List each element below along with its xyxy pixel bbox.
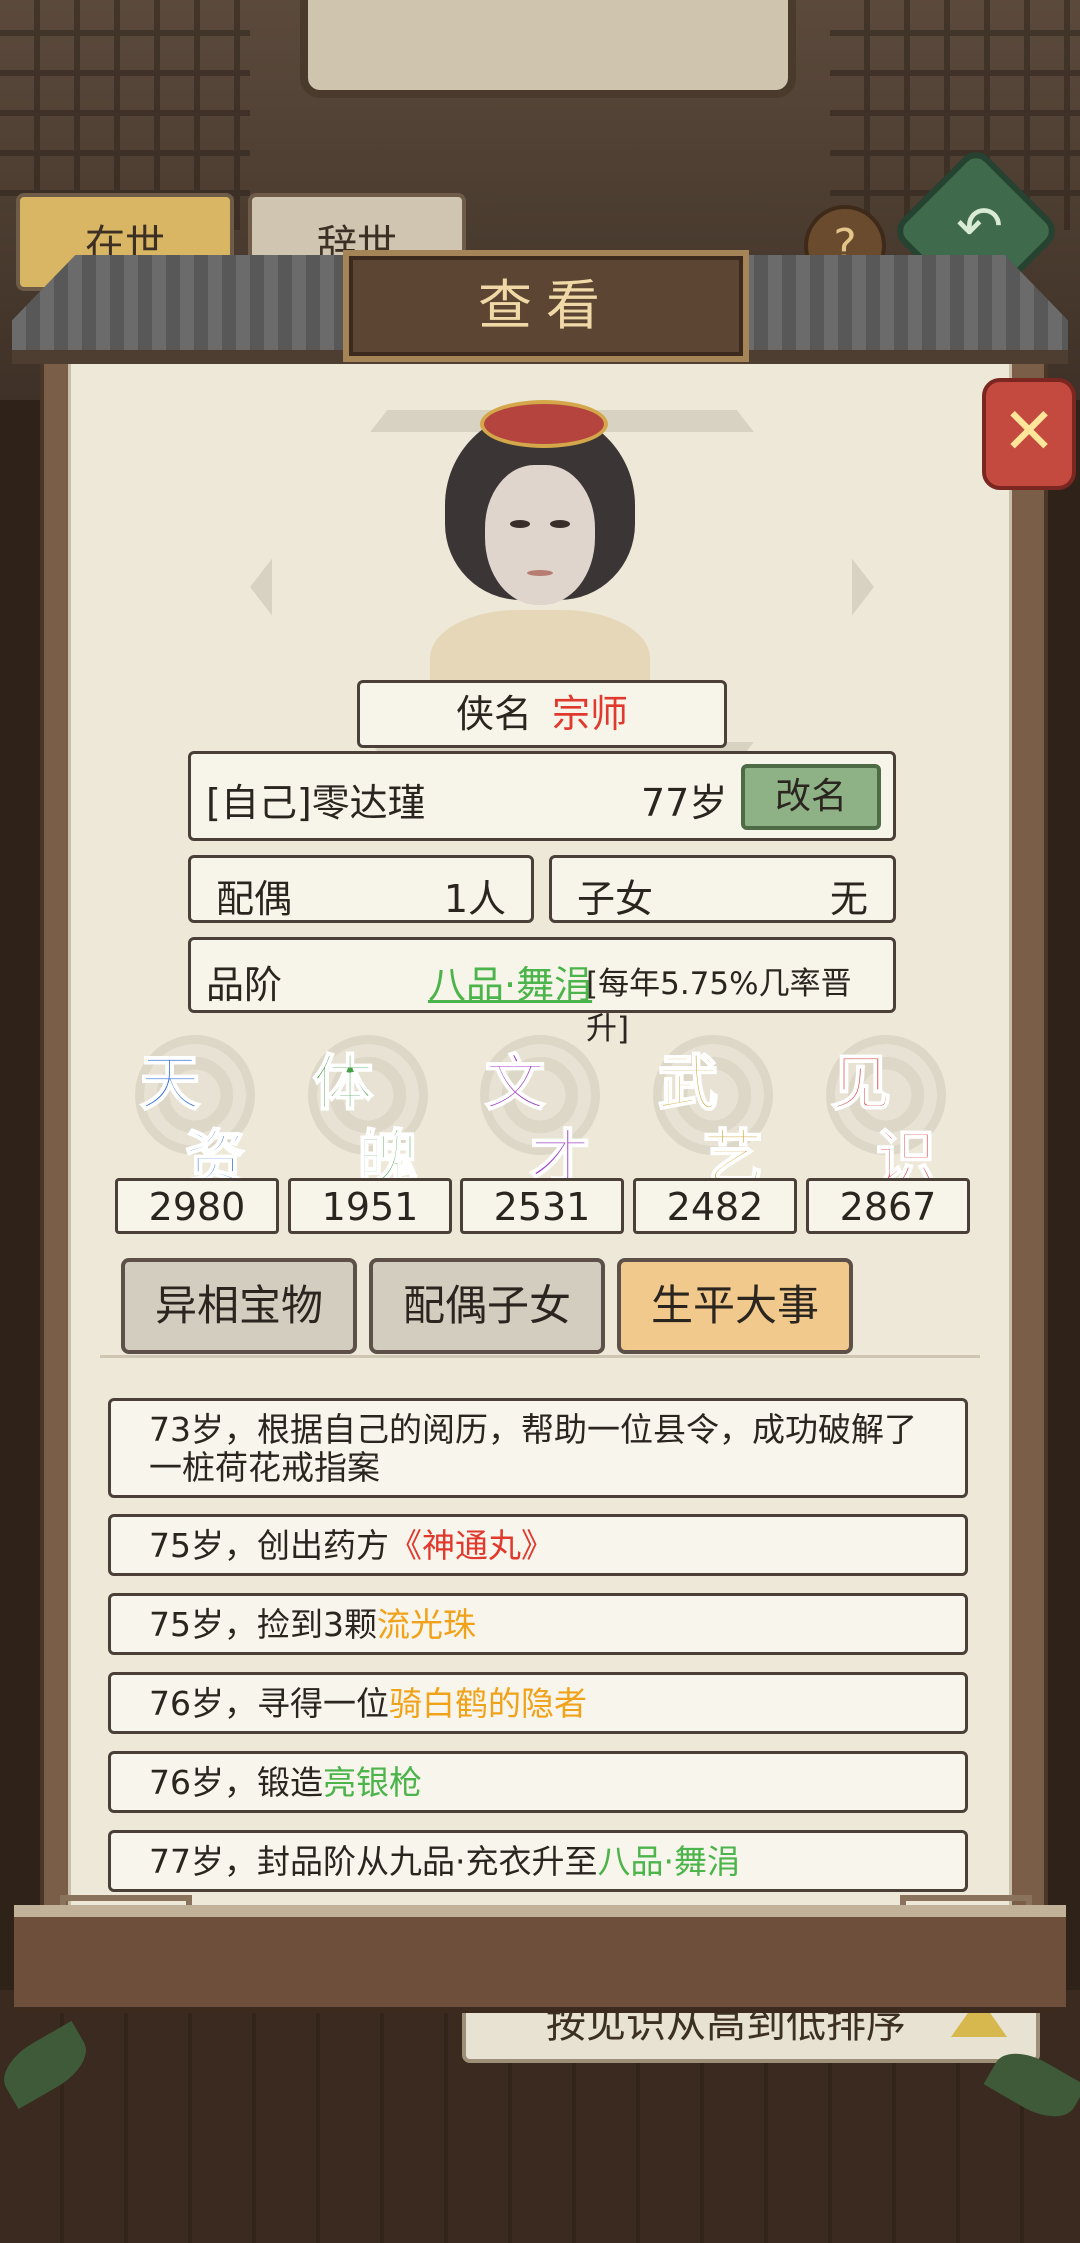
event-row: 75岁，捡到3颗流光珠 [108, 1593, 968, 1655]
event-text: 75岁，创出药方 [149, 1526, 389, 1565]
stat-label: 体 [312, 1048, 374, 1120]
stat-label: 文 [484, 1048, 546, 1120]
event-row: 77岁，封品阶从九品·充衣升至八品·舞涓 [108, 1830, 968, 1892]
close-icon: ✕ [1002, 395, 1056, 469]
stat-label: 武 [657, 1048, 719, 1120]
character-age: 77岁 [641, 781, 728, 825]
stat-value-literary: 2531 [460, 1178, 624, 1234]
name-box: [自己]零达瑾 77岁 改名 [188, 751, 896, 841]
painting-frame [300, 0, 796, 98]
modal-title: 查看 [478, 274, 614, 337]
event-text: 73岁，根据自己的阅历，帮助一位县令，成功破解了一桩荷花戒指案 [149, 1410, 917, 1487]
children-label: 子女 [577, 877, 654, 921]
spouse-count: 1人 [443, 877, 506, 921]
stat-value-knowledge: 2867 [806, 1178, 970, 1234]
stat-label: 天 [139, 1048, 201, 1120]
event-highlight: 亮银枪 [323, 1763, 422, 1802]
stat-value-physique: 1951 [288, 1178, 452, 1234]
close-button[interactable]: ✕ [982, 378, 1076, 490]
title-plaque: 查看 [343, 250, 749, 362]
rank-box: 品阶 八品·舞涓 [每年5.75%几率晋升] [188, 937, 896, 1047]
event-text: 76岁，锻造 [149, 1763, 323, 1802]
event-text: 75岁，捡到3颗 [149, 1605, 377, 1644]
event-row: 76岁，锻造亮银枪 [108, 1751, 968, 1813]
spouse-box: 配偶 1人 [188, 855, 534, 923]
nickname-value: 宗师 [552, 692, 629, 736]
event-text: 76岁，寻得一位 [149, 1684, 389, 1723]
divider [100, 1355, 980, 1358]
children-count: 无 [829, 877, 868, 921]
tab-treasures[interactable]: 异相宝物 [121, 1258, 357, 1354]
tab-family[interactable]: 配偶子女 [369, 1258, 605, 1354]
stat-value-aptitude: 2980 [115, 1178, 279, 1234]
event-row: 76岁，寻得一位骑白鹤的隐者 [108, 1672, 968, 1734]
event-highlight: 骑白鹤的隐者 [389, 1684, 587, 1723]
event-row: 73岁，根据自己的阅历，帮助一位县令，成功破解了一桩荷花戒指案 [108, 1398, 968, 1498]
event-highlight: 八品·舞涓 [597, 1842, 740, 1881]
character-portrait [420, 385, 660, 680]
spouse-label: 配偶 [216, 877, 293, 921]
nickname-box: 侠名 宗师 [357, 680, 727, 748]
event-highlight: 流光珠 [377, 1605, 476, 1644]
tab-life-events[interactable]: 生平大事 [617, 1258, 853, 1354]
rank-label: 品阶 [206, 963, 283, 1007]
event-highlight: 《神通丸》 [389, 1526, 554, 1565]
children-box: 子女 无 [549, 855, 896, 923]
rank-link[interactable]: 八品·舞涓 [428, 954, 592, 1009]
event-text: 77岁，封品阶从九品·充衣升至 [149, 1842, 598, 1881]
nickname-label: 侠名 [455, 692, 532, 736]
scroll-base [14, 1905, 1066, 2013]
stat-value-martial: 2482 [633, 1178, 797, 1234]
character-name: [自己]零达瑾 [206, 781, 426, 825]
stat-label: 见 [830, 1048, 892, 1120]
event-row: 75岁，创出药方《神通丸》 [108, 1514, 968, 1576]
rename-button[interactable]: 改名 [741, 764, 881, 830]
